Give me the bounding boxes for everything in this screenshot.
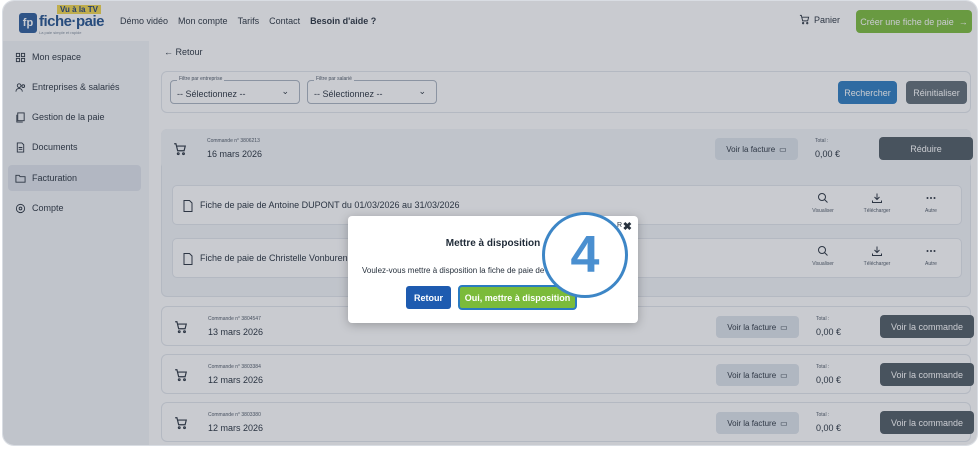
modal-back-button[interactable]: Retour (406, 286, 451, 309)
app-window: fp Vu à la TV fiche·paie La paie simple … (2, 0, 978, 446)
close-icon[interactable]: ✖ (623, 220, 632, 233)
step-number-badge: 4 (542, 212, 628, 298)
modal-body: Voulez-vous mettre à disposition la fich… (362, 266, 545, 275)
